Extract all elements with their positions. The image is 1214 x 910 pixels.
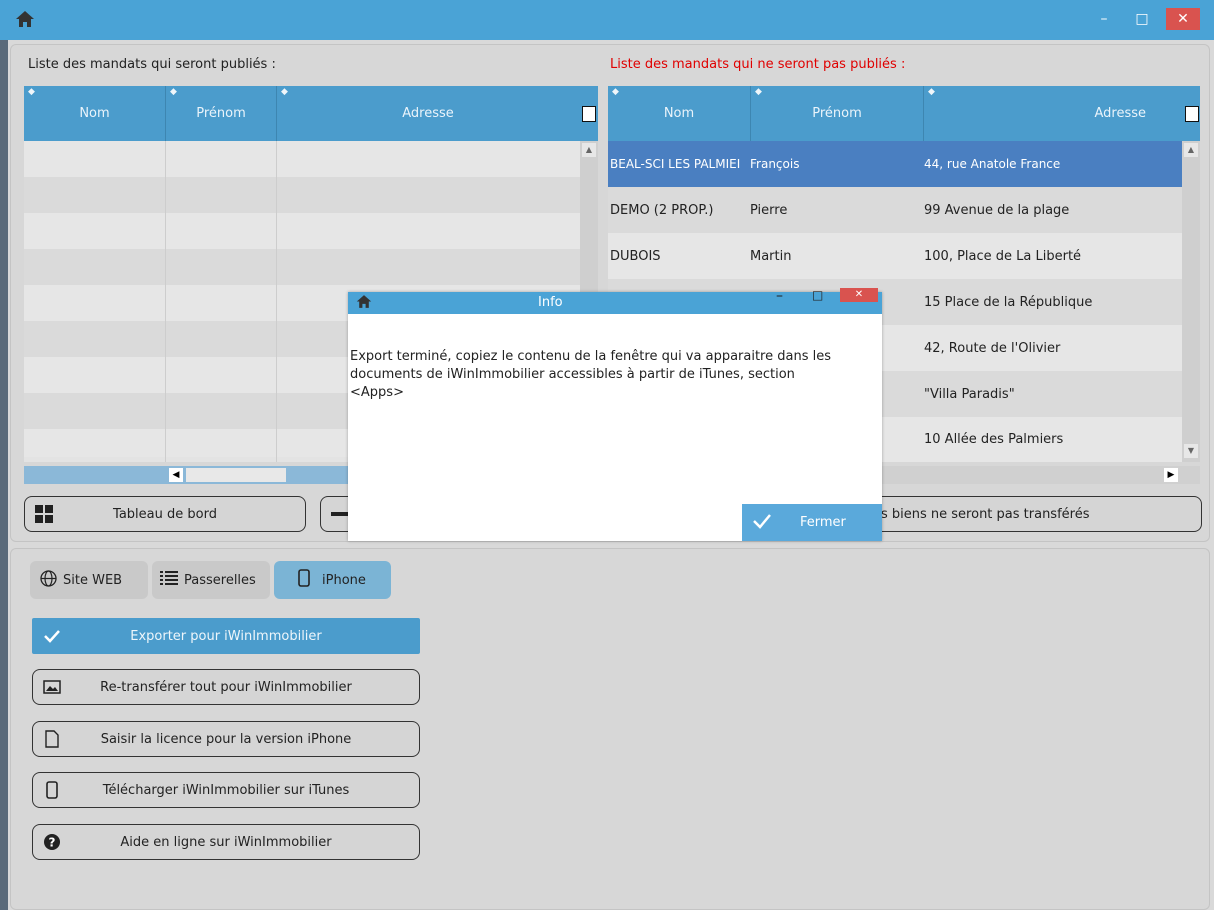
tab-passerelles[interactable]: Passerelles <box>152 561 270 599</box>
tab-label: Site WEB <box>63 572 123 588</box>
unpublished-grid-header: ◆ Nom ◆ Prénom ◆ Adresse <box>608 86 1200 141</box>
cell-adresse: 15 Place de la République <box>924 294 1093 310</box>
document-icon <box>41 728 63 750</box>
download-button[interactable]: Télécharger iWinImmobilier sur iTunes <box>32 772 420 808</box>
not-transferred-label: s biens ne seront pas transférés <box>881 506 1090 522</box>
table-row[interactable] <box>24 141 580 177</box>
dialog-close-action-button[interactable]: Fermer <box>742 504 882 541</box>
close-button[interactable]: ✕ <box>1166 8 1200 30</box>
cell-adresse: 99 Avenue de la plage <box>924 202 1070 218</box>
scroll-up-arrow-icon[interactable]: ▲ <box>582 143 596 157</box>
cell-adresse: 100, Place de La Liberté <box>924 248 1082 264</box>
tab-iphone[interactable]: iPhone <box>274 561 391 599</box>
table-row[interactable]: DEMO (2 PROP.) Pierre 99 Avenue de la pl… <box>608 187 1182 233</box>
scroll-left-arrow-icon[interactable]: ◀ <box>169 468 183 482</box>
column-header-prenom[interactable]: ◆ Prénom <box>751 86 924 141</box>
dialog-titlebar: Info – □ ✕ <box>348 288 882 314</box>
cell-adresse: 44, rue Anatole France <box>924 157 1061 171</box>
column-chooser-icon[interactable] <box>582 106 596 122</box>
table-row[interactable] <box>24 177 580 213</box>
published-list-label: Liste des mandats qui seront publiés : <box>28 57 276 72</box>
column-header-nom[interactable]: ◆ Nom <box>24 86 166 141</box>
column-divider <box>165 141 166 462</box>
minimize-button[interactable]: – <box>1090 8 1118 30</box>
table-row[interactable]: BEAL-SCI LES PALMIEI François 44, rue An… <box>608 141 1182 187</box>
dashboard-button[interactable]: Tableau de bord <box>24 496 306 532</box>
column-divider <box>276 141 277 462</box>
home-icon <box>15 10 35 32</box>
info-dialog: Info – □ ✕ Export terminé, copiez le con… <box>348 288 882 541</box>
cell-adresse: 10 Allée des Palmiers <box>924 432 1064 447</box>
dialog-minimize-button[interactable]: – <box>776 288 783 304</box>
cell-nom: DEMO (2 PROP.) <box>610 202 714 218</box>
grid-icon <box>33 503 55 525</box>
retransfer-button[interactable]: Re-transférer tout pour iWinImmobilier <box>32 669 420 705</box>
cell-prenom: François <box>750 157 800 171</box>
dialog-body: Export terminé, copiez le contenu de la … <box>348 314 882 541</box>
unpublished-list-label: Liste des mandats qui ne seront pas publ… <box>610 57 906 72</box>
column-header-adresse[interactable]: ◆ Adresse <box>277 86 579 141</box>
published-grid-header: ◆ Nom ◆ Prénom ◆ Adresse <box>24 86 598 141</box>
window-titlebar: – □ ✕ <box>0 0 1214 40</box>
cell-prenom: Martin <box>750 248 792 264</box>
scroll-up-arrow-icon[interactable]: ▲ <box>1184 143 1198 157</box>
column-header-prenom[interactable]: ◆ Prénom <box>166 86 277 141</box>
home-icon <box>356 294 372 313</box>
cell-adresse: "Villa Paradis" <box>924 386 1015 402</box>
cell-nom: BEAL-SCI LES PALMIEI <box>610 157 741 171</box>
scroll-right-arrow-icon[interactable]: ▶ <box>1164 468 1178 482</box>
column-header-nom[interactable]: ◆ Nom <box>608 86 751 141</box>
scroll-thumb[interactable] <box>186 468 286 482</box>
export-button[interactable]: Exporter pour iWinImmobilier <box>32 618 420 654</box>
globe-icon <box>40 569 57 591</box>
download-button-label: Télécharger iWinImmobilier sur iTunes <box>102 782 350 798</box>
checkmark-icon <box>41 625 63 647</box>
cell-prenom: Pierre <box>750 202 788 218</box>
dialog-message: Export terminé, copiez le contenu de la … <box>350 349 831 400</box>
dialog-maximize-button[interactable]: □ <box>812 288 823 302</box>
help-button-label: Aide en ligne sur iWinImmobilier <box>120 834 332 850</box>
table-row[interactable]: DUBOIS Martin 100, Place de La Liberté <box>608 233 1182 279</box>
svg-text:?: ? <box>49 836 56 850</box>
unpublished-vertical-scrollbar[interactable]: ▲ ▼ <box>1182 141 1200 462</box>
tab-label: Passerelles <box>184 572 256 588</box>
dialog-close-button[interactable]: ✕ <box>840 288 878 302</box>
phone-icon <box>298 569 310 591</box>
dashboard-button-label: Tableau de bord <box>113 506 217 522</box>
tab-label: iPhone <box>322 572 366 588</box>
phone-icon <box>41 779 63 801</box>
tab-site-web[interactable]: Site WEB <box>30 561 148 599</box>
help-icon: ? <box>41 831 63 853</box>
column-header-adresse[interactable]: ◆ Adresse <box>924 86 1182 141</box>
cell-adresse: 42, Route de l'Olivier <box>924 340 1061 356</box>
column-chooser-icon[interactable] <box>1185 106 1199 122</box>
table-row[interactable] <box>24 213 580 249</box>
dialog-title: Info <box>538 295 563 310</box>
license-button[interactable]: Saisir la licence pour la version iPhone <box>32 721 420 757</box>
table-row[interactable] <box>24 249 580 285</box>
fermer-label: Fermer <box>800 515 846 530</box>
help-button[interactable]: ? Aide en ligne sur iWinImmobilier <box>32 824 420 860</box>
scroll-down-arrow-icon[interactable]: ▼ <box>1184 444 1198 458</box>
list-icon <box>160 570 178 590</box>
export-button-label: Exporter pour iWinImmobilier <box>130 628 322 644</box>
maximize-button[interactable]: □ <box>1128 8 1156 30</box>
retransfer-button-label: Re-transférer tout pour iWinImmobilier <box>100 679 352 695</box>
checkmark-icon <box>752 513 772 533</box>
image-icon <box>41 676 63 698</box>
cell-nom: DUBOIS <box>610 248 661 264</box>
license-button-label: Saisir la licence pour la version iPhone <box>100 731 352 747</box>
